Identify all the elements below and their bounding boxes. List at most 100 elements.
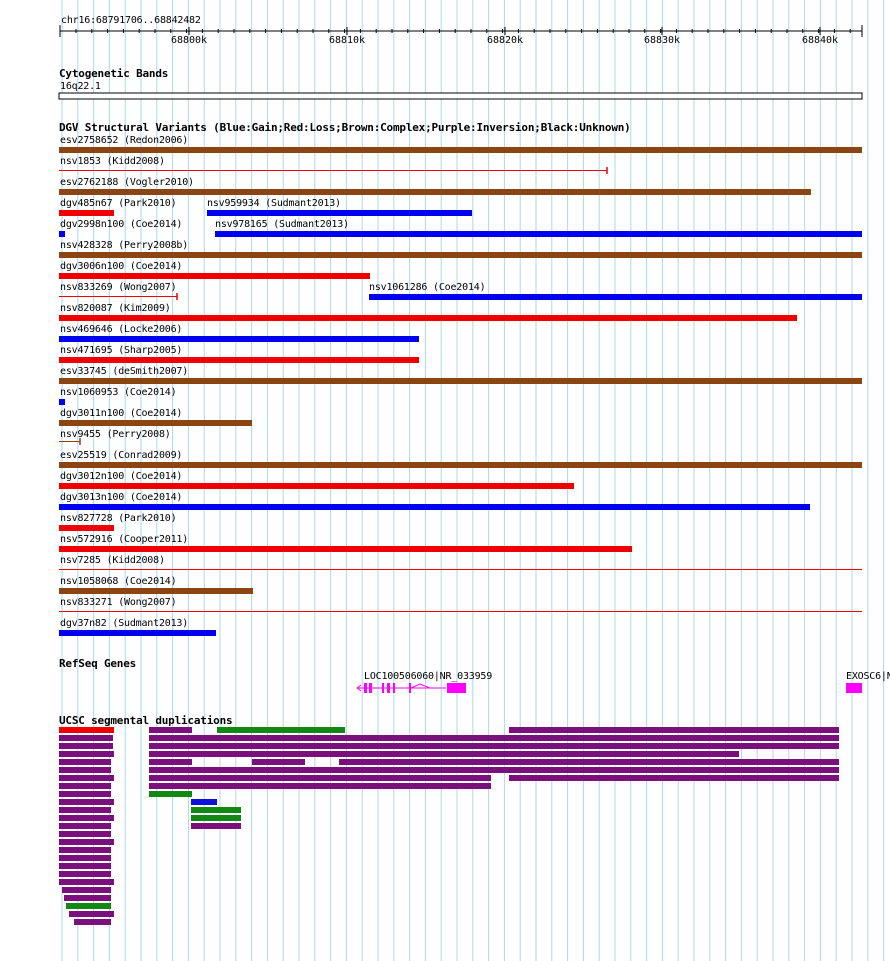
dgv-feature-bar[interactable] — [59, 483, 574, 489]
dgv-feature-bar[interactable] — [59, 569, 862, 570]
dgv-feature-bar[interactable] — [59, 630, 216, 636]
segdup-block[interactable] — [59, 751, 114, 757]
dgv-feature-label[interactable]: nsv1061286 (Coe2014) — [369, 282, 486, 293]
segdup-block[interactable] — [149, 735, 839, 741]
segdup-block[interactable] — [509, 775, 839, 781]
dgv-feature-bar[interactable] — [59, 420, 252, 426]
dgv-feature-label[interactable]: dgv2998n100 (Coe2014) — [60, 219, 182, 230]
dgv-feature-bar[interactable] — [59, 399, 65, 405]
dgv-feature-label[interactable]: esv2762188 (Vogler2010) — [60, 177, 194, 188]
segdup-block[interactable] — [191, 799, 217, 805]
dgv-feature-label[interactable]: dgv3011n100 (Coe2014) — [60, 408, 182, 419]
dgv-feature-label[interactable]: dgv3013n100 (Coe2014) — [60, 492, 182, 503]
dgv-feature-label[interactable]: nsv428328 (Perry2008b) — [60, 240, 188, 251]
dgv-feature-label[interactable]: esv2758652 (Redon2006) — [60, 135, 188, 146]
segdup-block[interactable] — [191, 815, 241, 821]
gene-label[interactable]: EXOSC6|N — [846, 671, 890, 682]
dgv-feature-label[interactable]: nsv1853 (Kidd2008) — [60, 156, 165, 167]
segdup-block[interactable] — [59, 879, 114, 885]
dgv-feature-bar[interactable] — [59, 611, 862, 612]
dgv-feature-label[interactable]: nsv572916 (Cooper2011) — [60, 534, 188, 545]
segdup-block[interactable] — [59, 855, 111, 861]
segdup-block[interactable] — [74, 919, 111, 925]
dgv-feature-bar[interactable] — [59, 231, 65, 237]
dgv-feature-label[interactable]: esv33745 (deSmith2007) — [60, 366, 188, 377]
segdup-block[interactable] — [59, 727, 114, 733]
dgv-feature-label[interactable]: nsv1058068 (Coe2014) — [60, 576, 177, 587]
dgv-feature-bar[interactable] — [59, 315, 797, 321]
segdup-block[interactable] — [149, 727, 192, 733]
refseq-track[interactable] — [356, 683, 862, 693]
dgv-feature-bar[interactable] — [59, 273, 370, 279]
segdup-block[interactable] — [252, 759, 305, 765]
segdup-block[interactable] — [149, 791, 192, 797]
dgv-feature-label[interactable]: nsv7285 (Kidd2008) — [60, 555, 165, 566]
segdup-block[interactable] — [59, 815, 114, 821]
dgv-feature-label[interactable]: nsv833271 (Wong2007) — [60, 597, 177, 608]
segdup-block[interactable] — [59, 823, 111, 829]
dgv-feature-bar[interactable] — [215, 231, 862, 237]
segdup-block[interactable] — [149, 783, 491, 789]
segdup-block[interactable] — [149, 775, 491, 781]
segdup-block[interactable] — [149, 743, 839, 749]
dgv-feature-bar[interactable] — [59, 170, 607, 171]
segdup-track[interactable] — [59, 727, 839, 925]
segdup-block[interactable] — [66, 903, 111, 909]
dgv-feature-bar[interactable] — [59, 462, 862, 468]
dgv-feature-bar[interactable] — [59, 357, 419, 363]
segdup-block[interactable] — [59, 871, 111, 877]
dgv-feature-label[interactable]: esv25519 (Conrad2009) — [60, 450, 182, 461]
dgv-feature-bar[interactable] — [59, 147, 862, 153]
dgv-feature-bar[interactable] — [207, 210, 472, 216]
dgv-feature-label[interactable]: nsv469646 (Locke2006) — [60, 324, 182, 335]
segdup-block[interactable] — [59, 839, 114, 845]
dgv-feature-label[interactable]: nsv471695 (Sharp2005) — [60, 345, 182, 356]
segdup-block[interactable] — [149, 759, 192, 765]
segdup-block[interactable] — [62, 887, 111, 893]
dgv-feature-bar[interactable] — [59, 588, 253, 594]
segdup-block[interactable] — [59, 791, 111, 797]
dgv-feature-bar[interactable] — [59, 189, 811, 195]
segdup-block[interactable] — [509, 727, 839, 733]
segdup-block[interactable] — [149, 767, 839, 773]
segdup-block[interactable] — [217, 727, 345, 733]
segdup-block[interactable] — [64, 895, 111, 901]
segdup-block[interactable] — [59, 759, 111, 765]
dgv-feature-bar[interactable] — [59, 504, 810, 510]
dgv-feature-label[interactable]: nsv820087 (Kim2009) — [60, 303, 171, 314]
dgv-feature-label[interactable]: nsv827728 (Park2010) — [60, 513, 177, 524]
dgv-feature-label[interactable]: dgv37n82 (Sudmant2013) — [60, 618, 188, 629]
dgv-feature-bar[interactable] — [59, 210, 114, 216]
dgv-feature-label[interactable]: nsv959934 (Sudmant2013) — [207, 198, 341, 209]
dgv-feature-label[interactable]: nsv833269 (Wong2007) — [60, 282, 177, 293]
dgv-feature-bar[interactable] — [59, 441, 80, 442]
dgv-feature-bar[interactable] — [369, 294, 862, 300]
gene-label[interactable]: LOC100506060|NR_033959 — [364, 671, 492, 682]
dgv-feature-label[interactable]: dgv3006n100 (Coe2014) — [60, 261, 182, 272]
segdup-block[interactable] — [59, 831, 111, 837]
dgv-feature-label[interactable]: dgv485n67 (Park2010) — [60, 198, 177, 209]
segdup-block[interactable] — [59, 767, 111, 773]
dgv-feature-label[interactable]: dgv3012n100 (Coe2014) — [60, 471, 182, 482]
segdup-block[interactable] — [191, 807, 241, 813]
segdup-block[interactable] — [149, 751, 739, 757]
dgv-feature-bar[interactable] — [59, 336, 419, 342]
segdup-block[interactable] — [59, 799, 114, 805]
dgv-feature-bar[interactable] — [59, 546, 632, 552]
segdup-block[interactable] — [191, 823, 241, 829]
segdup-block[interactable] — [59, 807, 111, 813]
segdup-block[interactable] — [59, 735, 113, 741]
segdup-block[interactable] — [59, 775, 114, 781]
segdup-block[interactable] — [69, 911, 114, 917]
dgv-feature-bar[interactable] — [59, 378, 862, 384]
dgv-feature-bar[interactable] — [59, 296, 177, 297]
segdup-block[interactable] — [59, 847, 111, 853]
dgv-feature-label[interactable]: nsv9455 (Perry2008) — [60, 429, 171, 440]
dgv-feature-label[interactable]: nsv1060953 (Coe2014) — [60, 387, 177, 398]
segdup-block[interactable] — [59, 743, 113, 749]
dgv-feature-bar[interactable] — [59, 525, 114, 531]
dgv-feature-bar[interactable] — [59, 252, 862, 258]
segdup-block[interactable] — [59, 783, 111, 789]
dgv-feature-label[interactable]: nsv978165 (Sudmant2013) — [215, 219, 349, 230]
segdup-block[interactable] — [59, 863, 111, 869]
